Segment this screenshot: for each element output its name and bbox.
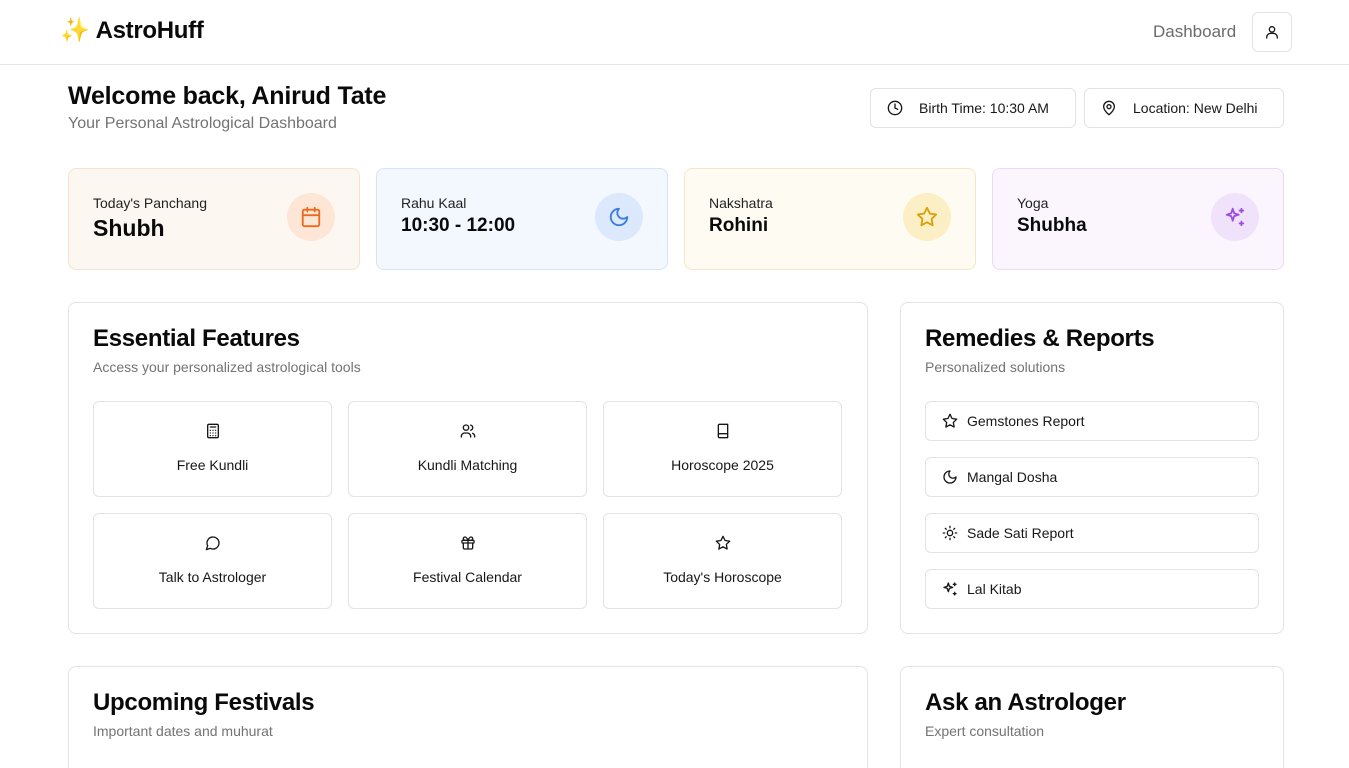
star-icon bbox=[942, 413, 958, 429]
book-icon bbox=[715, 423, 731, 439]
feature-talk-to-astrologer[interactable]: Talk to Astrologer bbox=[93, 513, 332, 609]
panel-title: Ask an Astrologer bbox=[925, 689, 1126, 716]
moon-icon bbox=[942, 469, 958, 485]
stat-label: Rahu Kaal bbox=[401, 195, 467, 211]
stat-label: Nakshatra bbox=[709, 195, 773, 211]
feature-kundli-matching[interactable]: Kundli Matching bbox=[348, 401, 587, 497]
brand-logo[interactable]: ✨ AstroHuff bbox=[60, 16, 204, 45]
feature-festival-calendar[interactable]: Festival Calendar bbox=[348, 513, 587, 609]
feature-label: Today's Horoscope bbox=[663, 569, 782, 585]
ask-astrologer-panel: Ask an Astrologer Expert consultation bbox=[900, 666, 1284, 768]
remedy-mangal-dosha[interactable]: Mangal Dosha bbox=[925, 457, 1259, 497]
remedy-sade-sati-report[interactable]: Sade Sati Report bbox=[925, 513, 1259, 553]
sparkles-icon bbox=[942, 581, 958, 597]
star-icon bbox=[715, 535, 731, 551]
feature-label: Free Kundli bbox=[176, 457, 249, 473]
page-subtitle: Your Personal Astrological Dashboard bbox=[68, 115, 337, 132]
remedy-label: Sade Sati Report bbox=[967, 525, 1074, 541]
sparkles-emoji-icon: ✨ bbox=[60, 17, 90, 44]
feature-label: Horoscope 2025 bbox=[671, 457, 774, 473]
calculator-icon bbox=[205, 423, 221, 439]
brand-name: AstroHuff bbox=[95, 16, 204, 44]
panel-title: Essential Features bbox=[93, 325, 300, 352]
yoga-card[interactable]: Yoga Shubha bbox=[992, 168, 1284, 270]
feature-label: Festival Calendar bbox=[413, 569, 522, 585]
panel-subtitle: Important dates and muhurat bbox=[93, 723, 273, 739]
remedy-label: Mangal Dosha bbox=[967, 469, 1058, 485]
nakshatra-card[interactable]: Nakshatra Rohini bbox=[684, 168, 976, 270]
stat-value: Shubh bbox=[93, 215, 165, 241]
feature-todays-horoscope[interactable]: Today's Horoscope bbox=[603, 513, 842, 609]
top-navbar: ✨ AstroHuff Dashboard bbox=[0, 0, 1349, 65]
remedy-lal-kitab[interactable]: Lal Kitab bbox=[925, 569, 1259, 609]
moon-icon bbox=[595, 193, 643, 241]
feature-label: Talk to Astrologer bbox=[158, 569, 267, 585]
stat-label: Today's Panchang bbox=[93, 195, 207, 211]
user-icon bbox=[1264, 24, 1280, 40]
stat-value: Rohini bbox=[709, 215, 769, 236]
panchang-card[interactable]: Today's Panchang Shubh bbox=[68, 168, 360, 270]
nav-dashboard-link[interactable]: Dashboard bbox=[1153, 22, 1236, 42]
panel-title: Remedies & Reports bbox=[925, 325, 1155, 352]
essential-features-panel: Essential Features Access your personali… bbox=[68, 302, 868, 634]
remedy-label: Gemstones Report bbox=[967, 413, 1085, 429]
page-title: Welcome back, Anirud Tate bbox=[68, 82, 387, 110]
remedies-reports-panel: Remedies & Reports Personalized solution… bbox=[900, 302, 1284, 634]
user-menu-button[interactable] bbox=[1252, 12, 1292, 52]
star-icon bbox=[903, 193, 951, 241]
upcoming-festivals-panel: Upcoming Festivals Important dates and m… bbox=[68, 666, 868, 768]
feature-free-kundli[interactable]: Free Kundli bbox=[93, 401, 332, 497]
feature-label: Kundli Matching bbox=[417, 457, 518, 473]
birth-time-chip[interactable]: Birth Time: 10:30 AM bbox=[870, 88, 1076, 128]
stat-value: Shubha bbox=[1017, 215, 1087, 236]
remedy-label: Lal Kitab bbox=[967, 581, 1022, 597]
location-label: Location: New Delhi bbox=[1133, 100, 1258, 116]
panel-title: Upcoming Festivals bbox=[93, 689, 315, 716]
panel-subtitle: Access your personalized astrological to… bbox=[93, 359, 361, 375]
message-circle-icon bbox=[205, 535, 221, 551]
location-chip[interactable]: Location: New Delhi bbox=[1084, 88, 1284, 128]
feature-horoscope-2025[interactable]: Horoscope 2025 bbox=[603, 401, 842, 497]
panel-subtitle: Expert consultation bbox=[925, 723, 1045, 739]
users-icon bbox=[460, 423, 476, 439]
sun-icon bbox=[942, 525, 958, 541]
rahu-kaal-card[interactable]: Rahu Kaal 10:30 - 12:00 bbox=[376, 168, 668, 270]
panel-subtitle: Personalized solutions bbox=[925, 359, 1066, 375]
gift-icon bbox=[460, 535, 476, 551]
birth-time-label: Birth Time: 10:30 AM bbox=[919, 100, 1049, 116]
clock-icon bbox=[887, 100, 903, 116]
remedy-gemstones-report[interactable]: Gemstones Report bbox=[925, 401, 1259, 441]
calendar-icon bbox=[287, 193, 335, 241]
sparkles-icon bbox=[1211, 193, 1259, 241]
stat-value: 10:30 - 12:00 bbox=[401, 215, 516, 236]
map-pin-icon bbox=[1101, 100, 1117, 116]
stat-label: Yoga bbox=[1017, 195, 1049, 211]
